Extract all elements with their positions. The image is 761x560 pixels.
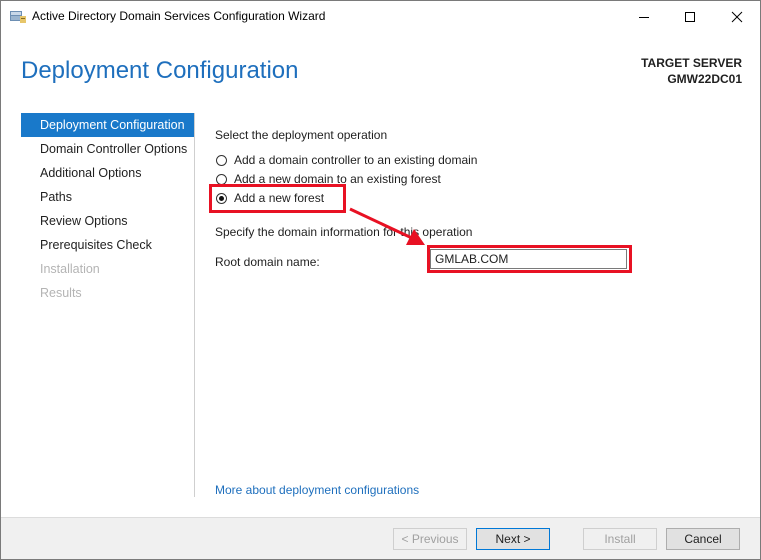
annotation-arrow-icon (349, 207, 425, 245)
cancel-button[interactable]: Cancel (666, 528, 740, 550)
next-button[interactable]: Next > (476, 528, 550, 550)
more-about-deployment-link[interactable]: More about deployment configurations (215, 483, 419, 497)
wizard-window: Active Directory Domain Services Configu… (0, 0, 761, 560)
previous-button[interactable]: < Previous (393, 528, 467, 550)
install-button[interactable]: Install (583, 528, 657, 550)
